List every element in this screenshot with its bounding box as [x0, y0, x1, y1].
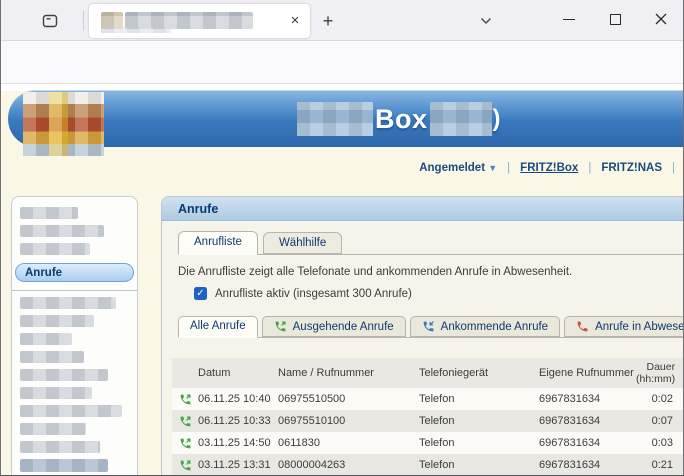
nav-separator: | — [588, 162, 591, 174]
close-button[interactable] — [647, 6, 675, 32]
outgoing-call-icon — [172, 415, 198, 428]
table-header-row: Datum Name / Rufnummer Telefoniegerät Ei… — [172, 358, 684, 388]
provider-logo-redacted — [23, 92, 104, 156]
brand-model-redacted — [430, 102, 492, 136]
sidebar-item-redacted[interactable] — [20, 333, 72, 345]
sidebar-item-redacted[interactable] — [20, 297, 116, 309]
tab-title-blur2 — [101, 27, 171, 33]
minimize-button[interactable] — [555, 6, 583, 32]
brand-tail-text: ) — [493, 105, 501, 133]
col-eigene: Eigene Rufnummer — [539, 367, 636, 379]
filter-tab-ausgehende[interactable]: Ausgehende Anrufe — [262, 316, 406, 337]
call-list-active-label: Anrufliste aktiv (insgesamt 300 Anrufe) — [215, 288, 412, 300]
tab-separator — [83, 11, 84, 31]
filter-tab-abwesenheit[interactable]: Anrufe in Abwesenheit — [564, 316, 684, 337]
sidebar-item-redacted[interactable] — [20, 423, 86, 435]
sidebar-item-redacted[interactable] — [20, 225, 104, 237]
window-controls — [555, 6, 675, 32]
filter-tab-alle-anrufe[interactable]: Alle Anrufe — [178, 316, 258, 338]
sidebar-item-redacted[interactable] — [20, 441, 100, 453]
sidebar-item-anrufe[interactable]: Anrufe — [15, 263, 134, 282]
call-filter-tabs: Alle Anrufe Ausgehende Anrufe Ankommende… — [178, 313, 684, 338]
top-navigation: Angemeldet ▼ | FRITZ!Box | FRITZ!NAS | — [419, 162, 675, 174]
sidebar-divider — [12, 290, 137, 291]
active-browser-tab[interactable]: × — [89, 4, 310, 38]
call-list-active-checkbox[interactable]: ✓ — [194, 287, 207, 300]
sidebar-item-redacted[interactable] — [20, 243, 90, 255]
tab-waehlhilfe[interactable]: Wählhilfe — [263, 232, 342, 254]
call-list-table: Datum Name / Rufnummer Telefoniegerät Ei… — [172, 358, 684, 476]
chevron-down-icon: ▼ — [488, 163, 497, 173]
incoming-call-icon — [422, 320, 435, 333]
col-datum: Datum — [198, 367, 278, 379]
sidebar-item-redacted[interactable] — [20, 405, 122, 417]
col-dauer: Dauer(hh:mm) — [636, 361, 684, 385]
main-tabs: Anrufliste Wählhilfe — [178, 229, 684, 255]
sidebar-item-redacted[interactable] — [20, 207, 78, 219]
outgoing-call-icon — [172, 437, 198, 450]
table-row[interactable]: 03.11.25 14:500611830Telefon69678316340:… — [172, 432, 684, 454]
brand-prefix-redacted — [297, 102, 373, 136]
sidebar-item-redacted[interactable] — [20, 387, 92, 399]
outgoing-call-icon — [172, 459, 198, 472]
maximize-button[interactable] — [601, 6, 629, 32]
sidebar-item-redacted[interactable] — [20, 351, 84, 363]
browser-window: × + ← → ↻ http: 80% ☆ — [0, 0, 684, 476]
sidebar-item-redacted[interactable] — [20, 369, 108, 381]
tab-title-redacted — [97, 11, 302, 31]
nav-separator: | — [672, 162, 675, 174]
tab-close-button[interactable]: × — [286, 12, 304, 30]
fritzbox-brand-title: Box ) — [297, 98, 501, 140]
logged-in-menu[interactable]: Angemeldet ▼ — [419, 162, 497, 174]
filter-tab-ankommende[interactable]: Ankommende Anrufe — [410, 316, 560, 337]
browser-tab-bar: × + — [1, 0, 683, 41]
outgoing-call-icon — [172, 393, 198, 406]
firefox-view-icon[interactable] — [39, 10, 61, 32]
call-list-active-row: ✓ Anrufliste aktiv (insgesamt 300 Anrufe… — [194, 287, 684, 300]
nav-link-fritznas[interactable]: FRITZ!NAS — [601, 162, 662, 174]
calls-description: Die Anrufliste zeigt alle Telefonate und… — [178, 266, 684, 278]
brand-box-text: Box — [373, 104, 430, 135]
tab-anrufliste[interactable]: Anrufliste — [178, 231, 258, 255]
outgoing-call-icon — [274, 320, 287, 333]
new-tab-button[interactable]: + — [317, 10, 339, 32]
tab-list-chevron-icon[interactable] — [476, 12, 496, 30]
sidebar-item-redacted[interactable] — [20, 315, 94, 327]
table-row[interactable]: 03.11.25 13:3108000004263Telefon69678316… — [172, 454, 684, 476]
missed-call-icon — [576, 320, 589, 333]
table-row[interactable]: 06.11.25 10:4006975510500Telefon69678316… — [172, 388, 684, 410]
col-geraet: Telefoniegerät — [419, 367, 539, 379]
nav-link-fritzbox[interactable]: FRITZ!Box — [520, 162, 578, 174]
page-title: Anrufe — [162, 197, 684, 221]
main-panel: Anrufe Anrufliste Wählhilfe Die Anruflis… — [161, 196, 684, 476]
sidebar-menu: Anrufe — [11, 196, 138, 476]
browser-nav-toolbar: ← → ↻ http: 80% ☆ — [1, 41, 683, 84]
nav-separator: | — [507, 162, 510, 174]
table-row[interactable]: 06.11.25 10:3306975510100Telefon69678316… — [172, 410, 684, 432]
col-name: Name / Rufnummer — [278, 367, 419, 379]
sidebar-item-redacted[interactable] — [20, 459, 108, 472]
